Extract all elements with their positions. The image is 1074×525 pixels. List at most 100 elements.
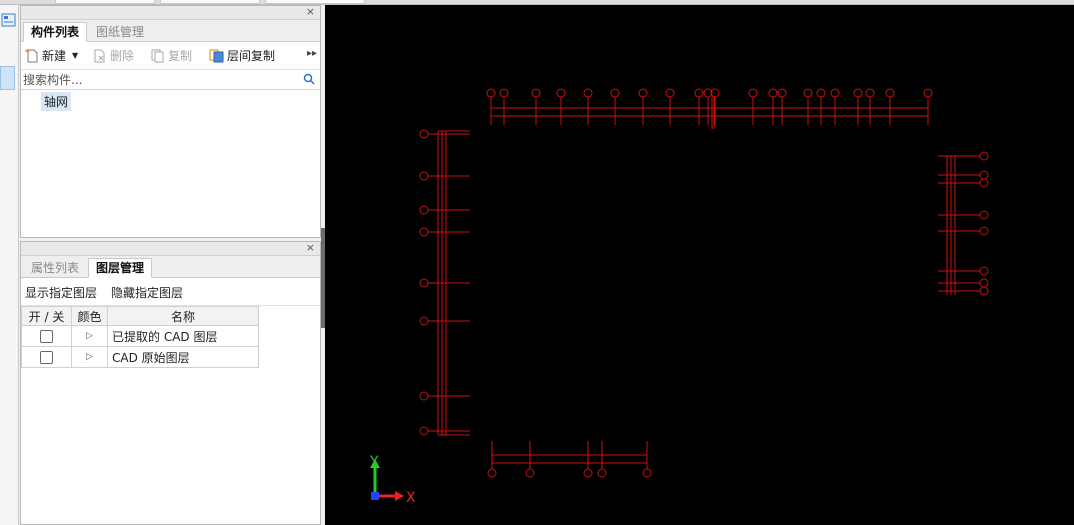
axis-bubble	[419, 278, 429, 288]
axis-origin	[371, 492, 379, 500]
new-button[interactable]: 新建 ▼	[25, 47, 78, 65]
axis-bubble	[979, 286, 989, 296]
layer-panel-tabs: 属性列表 图层管理	[21, 256, 320, 278]
toggle-cell	[21, 325, 72, 347]
layer-actions: 显示指定图层 隐藏指定图层	[21, 278, 320, 306]
axis-bubble	[830, 88, 840, 98]
left-rail	[0, 5, 19, 525]
chevron-down-icon[interactable]: ▼	[72, 47, 78, 65]
axis-bubble	[865, 88, 875, 98]
axis-bubble	[777, 88, 787, 98]
component-panel-tabs: 构件列表 图纸管理	[21, 20, 320, 42]
axis-bubble	[419, 129, 429, 139]
column-header-color: 颜色	[71, 306, 108, 326]
axis-bubble	[885, 88, 895, 98]
panel-header: ×	[21, 5, 320, 20]
cad-canvas[interactable]: Y X	[325, 5, 1074, 525]
axis-bubble	[419, 391, 429, 401]
floor-copy-icon	[209, 49, 224, 63]
component-list-panel: × 构件列表 图纸管理 新建 ▼ 删除 复制 层间复制 ▸▸ 搜索构件... 轴…	[20, 5, 321, 238]
table-row: ▷ CAD 原始图层	[21, 346, 259, 368]
table-header-row: 开 / 关 颜色 名称	[21, 306, 259, 326]
close-icon[interactable]: ×	[306, 5, 315, 18]
tab-component-list[interactable]: 构件列表	[23, 22, 88, 42]
column-header-toggle: 开 / 关	[21, 306, 72, 326]
search-input[interactable]	[21, 70, 320, 89]
copy-button[interactable]: 复制	[151, 47, 192, 65]
axis-bubble	[583, 88, 593, 98]
component-toolbar: 新建 ▼ 删除 复制 层间复制 ▸▸	[21, 42, 320, 70]
axis-bubble	[583, 468, 593, 478]
axis-bubble	[923, 88, 933, 98]
expand-icon[interactable]: ▷	[71, 325, 108, 347]
column-header-name: 名称	[107, 306, 259, 326]
copy-icon	[151, 49, 164, 63]
axis-bubble	[419, 316, 429, 326]
axis-bubble	[979, 226, 989, 236]
axis-bubble	[487, 468, 497, 478]
delete-button[interactable]: 删除	[93, 47, 134, 65]
show-layer-button[interactable]: 显示指定图层	[25, 284, 97, 301]
tree-item-axis-grid[interactable]: 轴网	[41, 92, 72, 111]
top-strip-tab[interactable]	[55, 0, 155, 4]
floor-copy-button-label: 层间复制	[227, 49, 276, 63]
table-row: ▷ 已提取的 CAD 图层	[21, 325, 259, 347]
rail-selected-item[interactable]	[0, 66, 15, 90]
layer-name: CAD 原始图层	[107, 346, 259, 368]
axis-bubble	[979, 210, 989, 220]
axis-bubble	[597, 468, 607, 478]
axis-bubble	[665, 88, 675, 98]
tab-layer-management[interactable]: 图层管理	[88, 258, 153, 278]
tab-drawing-management[interactable]: 图纸管理	[88, 22, 152, 42]
axis-bubble	[979, 170, 989, 180]
axis-bubble	[610, 88, 620, 98]
y-axis-label: Y	[369, 454, 379, 470]
search-icon[interactable]	[303, 73, 315, 85]
layer-checkbox[interactable]	[40, 350, 53, 364]
app-window: × 构件列表 图纸管理 新建 ▼ 删除 复制 层间复制 ▸▸ 搜索构件... 轴…	[0, 0, 1074, 525]
close-icon[interactable]: ×	[306, 241, 315, 254]
axis-bubble	[499, 88, 509, 98]
floor-copy-button[interactable]: 层间复制	[209, 47, 275, 65]
cad-axis-grid-lines	[419, 88, 989, 478]
axis-bubble	[979, 278, 989, 288]
cad-drawing: Y X	[369, 88, 989, 506]
tab-property-list[interactable]: 属性列表	[23, 258, 87, 278]
axis-bubble	[816, 88, 826, 98]
more-icon[interactable]: ▸▸	[307, 48, 317, 59]
top-strip-tab[interactable]	[160, 0, 260, 4]
hide-layer-button[interactable]: 隐藏指定图层	[111, 284, 183, 301]
axis-bubble	[486, 88, 496, 98]
new-button-label: 新建	[42, 49, 67, 63]
axis-bubble	[853, 88, 863, 98]
copy-button-label: 复制	[168, 49, 193, 63]
layer-table: 开 / 关 颜色 名称 ▷ 已提取的 CAD 图层 ▷ CAD 原始图层	[21, 306, 259, 368]
layer-checkbox[interactable]	[40, 329, 53, 343]
x-arrow-head	[395, 491, 404, 501]
axis-bubble	[979, 178, 989, 188]
layer-name: 已提取的 CAD 图层	[107, 325, 259, 347]
axis-bubble	[694, 88, 704, 98]
panel-icon[interactable]	[1, 13, 16, 27]
new-file-icon	[25, 49, 38, 63]
component-tree: 轴网	[21, 90, 320, 111]
component-search	[21, 70, 320, 90]
delete-icon	[94, 49, 105, 63]
axis-bubble	[419, 426, 429, 436]
axis-bubble	[638, 88, 648, 98]
axis-indicator: Y X	[369, 454, 416, 506]
toggle-cell	[21, 346, 72, 368]
axis-bubble	[803, 88, 813, 98]
panel-header: ×	[21, 241, 320, 256]
axis-bubble	[748, 88, 758, 98]
axis-bubble	[419, 171, 429, 181]
x-axis-label: X	[406, 490, 416, 506]
axis-bubble	[979, 151, 989, 161]
axis-bubble	[531, 88, 541, 98]
axis-bubble	[556, 88, 566, 98]
axis-bubble	[768, 88, 778, 98]
expand-icon[interactable]: ▷	[71, 346, 108, 368]
delete-button-label: 删除	[110, 49, 135, 63]
top-strip-tab[interactable]	[265, 0, 365, 4]
axis-bubble	[979, 266, 989, 276]
